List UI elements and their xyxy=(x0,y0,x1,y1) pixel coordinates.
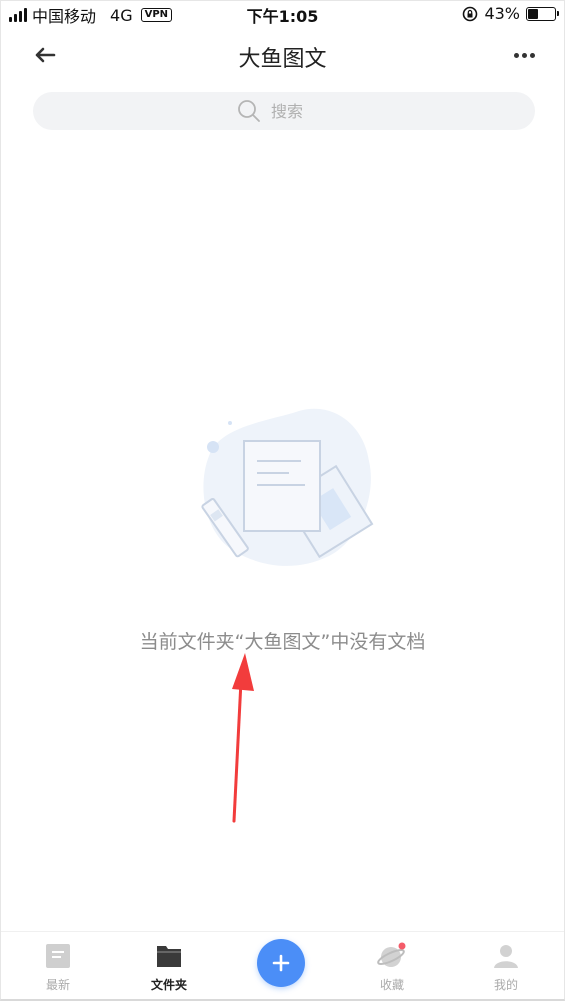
folder-icon xyxy=(157,946,181,967)
status-bar: 中国移动 4G VPN 下午1:05 43% xyxy=(1,1,564,26)
battery-percent: 43% xyxy=(484,4,520,23)
app-screen: 中国移动 4G VPN 下午1:05 43% 大鱼图文 搜索 当前文件夹“大鱼图… xyxy=(0,0,565,1001)
status-right: 43% xyxy=(462,4,559,23)
tab-folder-label: 文件夹 xyxy=(150,978,187,992)
add-button[interactable] xyxy=(257,939,305,987)
rotation-lock-icon xyxy=(463,6,478,21)
search-icon xyxy=(238,100,260,122)
more-dots-icon xyxy=(513,52,519,58)
tab-favorites[interactable]: 收藏 xyxy=(352,942,432,993)
empty-state-message: 当前文件夹“大鱼图文”中没有文档 xyxy=(139,631,426,653)
tab-recent[interactable]: 最新 xyxy=(18,942,98,993)
tab-mine-label: 我的 xyxy=(493,978,518,992)
planet-icon xyxy=(377,942,406,967)
empty-documents-illustration xyxy=(201,408,374,566)
search-input[interactable] xyxy=(271,101,331,121)
search-bar[interactable] xyxy=(33,92,535,130)
user-icon xyxy=(494,945,518,968)
page-title: 大鱼图文 xyxy=(238,47,327,72)
battery-icon xyxy=(526,6,559,21)
battery-fill xyxy=(528,8,539,19)
tab-recent-label: 最新 xyxy=(45,978,70,992)
tab-folder[interactable]: 文件夹 xyxy=(129,942,209,993)
more-button[interactable] xyxy=(506,43,542,67)
tab-mine[interactable]: 我的 xyxy=(466,942,546,993)
recent-document-icon xyxy=(46,944,70,968)
nav-header: 大鱼图文 xyxy=(1,31,564,81)
tab-favorites-label: 收藏 xyxy=(379,978,404,992)
plus-icon xyxy=(272,954,290,972)
